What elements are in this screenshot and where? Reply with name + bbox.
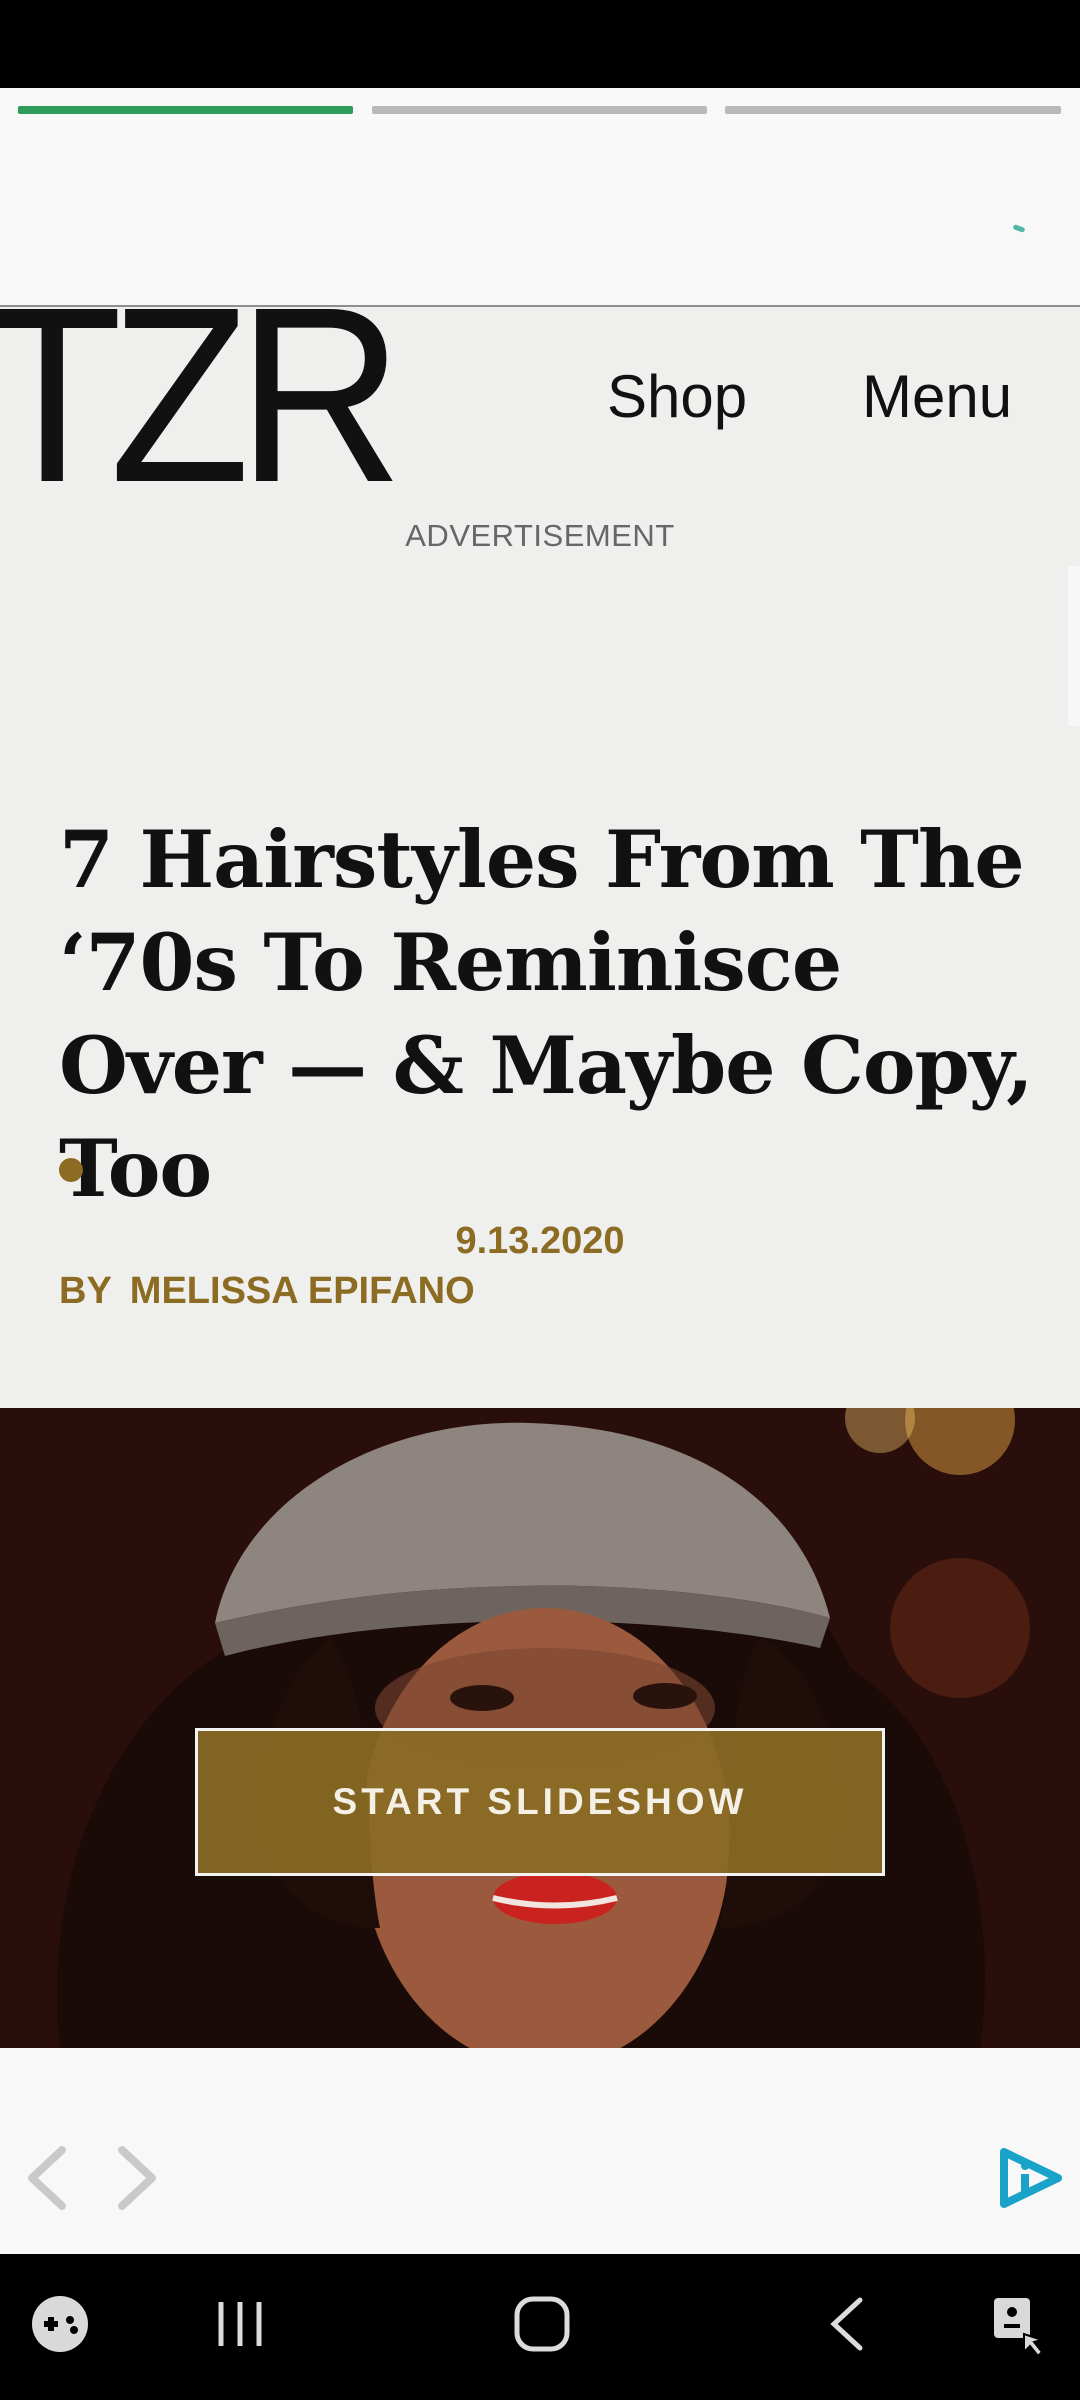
chevron-left-icon[interactable] xyxy=(22,2146,72,2215)
byline-prefix: BY xyxy=(59,1270,112,1312)
play-info-icon[interactable] xyxy=(998,2146,1064,2215)
start-slideshow-button[interactable]: START SLIDESHOW xyxy=(195,1728,885,1876)
author-link[interactable]: MELISSA EPIFANO xyxy=(130,1270,475,1313)
article-header: ADVERTISEMENT 7 Hairstyles From The ‘70s… xyxy=(0,490,1080,1408)
scrollbar[interactable] xyxy=(1068,566,1080,726)
publish-date: 9.13.2020 xyxy=(455,1220,625,1262)
site-logo[interactable]: TZR xyxy=(0,270,403,520)
home-icon[interactable] xyxy=(512,2294,572,2359)
article-headline: 7 Hairstyles From The ‘70s To Reminisce … xyxy=(59,813,1034,1215)
advertisement-label: ADVERTISEMENT xyxy=(405,518,675,553)
story-progress-segment xyxy=(725,106,1061,114)
story-progress-fill xyxy=(18,106,353,114)
recent-apps-icon[interactable] xyxy=(215,2294,265,2359)
byline: BY MELISSA EPIFANO xyxy=(59,1270,475,1313)
story-progress-segment xyxy=(18,106,353,114)
story-controls xyxy=(0,2048,1080,2254)
game-launcher-icon[interactable] xyxy=(30,2294,90,2359)
status-bar xyxy=(0,0,1080,88)
loading-indicator xyxy=(1012,224,1026,233)
back-icon[interactable] xyxy=(822,2294,872,2359)
chevron-right-icon[interactable] xyxy=(112,2146,162,2215)
hero-image[interactable]: START SLIDESHOW xyxy=(0,1408,1080,2048)
shop-link[interactable]: Shop xyxy=(607,362,747,432)
system-navigation-bar xyxy=(0,2254,1080,2400)
bullet-dot-icon xyxy=(59,1158,83,1182)
menu-button[interactable]: Menu xyxy=(862,362,1012,432)
site-header: TZR Shop Menu xyxy=(0,270,1080,520)
accessibility-icon[interactable] xyxy=(990,2294,1050,2363)
story-progress-segment xyxy=(372,106,707,114)
